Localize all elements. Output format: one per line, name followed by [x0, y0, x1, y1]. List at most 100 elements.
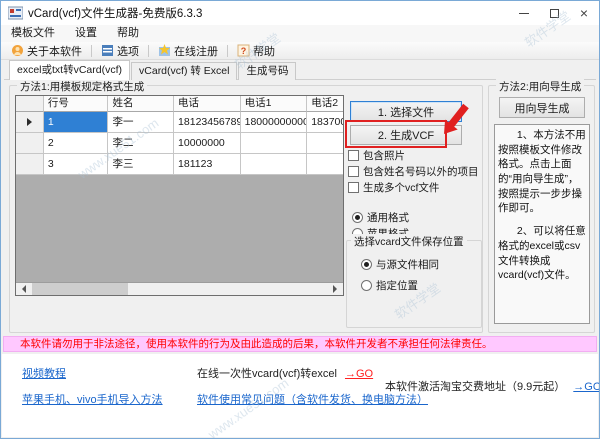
menu-template-file[interactable]: 模板文件 [1, 25, 65, 42]
online-convert-go-link[interactable]: →GO [345, 368, 373, 380]
scroll-left-button[interactable] [16, 283, 32, 295]
activation-go-link[interactable]: →GO [573, 381, 600, 393]
checkbox-include-photo[interactable]: 包含照片 [348, 148, 405, 163]
table-cell[interactable]: 李一 [108, 112, 174, 133]
legal-warning-text: 本软件请勿用于非法途径，使用本软件的行为及由此造成的后果，本软件开发者不承担任何… [20, 338, 493, 350]
table-cell[interactable]: 18000000000 [241, 112, 308, 133]
faq-link[interactable]: 软件使用常见问题（含软件发货、换电脑方法） [197, 391, 428, 407]
table-cell[interactable] [307, 133, 343, 154]
window-title: vCard(vcf)文件生成器-免费版6.3.3 [28, 5, 202, 21]
column-header[interactable]: 行号 [44, 96, 109, 112]
minimize-icon [519, 13, 529, 14]
checkbox-icon [348, 182, 359, 193]
column-header[interactable]: 姓名 [108, 96, 174, 112]
menu-settings[interactable]: 设置 [65, 25, 107, 42]
horizontal-scrollbar[interactable] [16, 282, 343, 295]
toolbar: 关于本软件 选项 在线注册 ? 帮助 [1, 42, 599, 60]
toolbar-help-label: 帮助 [253, 43, 275, 59]
scrollbar-thumb[interactable] [32, 283, 128, 295]
toolbar-help-button[interactable]: ? 帮助 [231, 42, 281, 60]
current-row-icon [27, 118, 32, 126]
toolbar-register-button[interactable]: 在线注册 [152, 42, 224, 60]
scrollbar-track[interactable] [128, 283, 327, 295]
online-convert-label: 在线一次性vcard(vcf)转excel [197, 368, 337, 380]
instruction-paragraph: 1、本方法不用按照模板文件修改格式。点击上面的“用向导生成”，按照提示一步步操作… [498, 128, 586, 216]
contacts-table: 行号 姓名 电话 电话1 电话2 1 李一 18123456789 180000… [15, 95, 344, 296]
scroll-left-icon [22, 285, 26, 293]
radio-icon-checked [352, 212, 363, 223]
app-icon [8, 6, 23, 20]
options-icon [101, 44, 114, 57]
radio-icon-checked [361, 259, 372, 270]
app-window: 软件学堂 软件学堂 www.xue51.com 软件学堂 www.xue51.c… [0, 0, 600, 439]
toolbar-separator [227, 45, 228, 57]
table-cell-selected[interactable]: 1 [44, 112, 109, 133]
legal-warning-banner: 本软件请勿用于非法途径，使用本软件的行为及由此造成的后果，本软件开发者不承担任何… [3, 336, 597, 352]
table-cell[interactable]: 181123 [174, 154, 241, 175]
table-header-row: 行号 姓名 电话 电话1 电话2 [16, 96, 343, 112]
table-cell[interactable]: 2 [44, 133, 109, 154]
column-header[interactable]: 电话2 [307, 96, 343, 112]
checkbox-include-extra-fields[interactable]: 包含姓名号码以外的项目 [348, 164, 479, 179]
tabstrip: excel或txt转vCard(vcf) vCard(vcf) 转 Excel … [9, 60, 297, 80]
checkbox-multiple-vcf[interactable]: 生成多个vcf文件 [348, 180, 439, 195]
table-row: 3 李三 181123 [16, 154, 343, 175]
table-cell[interactable]: 18123456789 [174, 112, 241, 133]
column-header[interactable]: 电话1 [241, 96, 308, 112]
checkbox-label: 包含照片 [363, 148, 405, 163]
method1-groupbox: 方法1:用模板规定格式生成 行号 姓名 电话 电话1 电话2 1 李一 1812… [9, 85, 483, 333]
table-row: 2 李二 10000000 [16, 133, 343, 154]
radio-label: 与源文件相同 [376, 257, 439, 272]
radio-label: 通用格式 [367, 210, 409, 225]
radio-same-as-source[interactable]: 与源文件相同 [361, 257, 439, 272]
method2-groupbox: 方法2:用向导生成 用向导生成 1、本方法不用按照模板文件修改格式。点击上面的“… [488, 85, 595, 333]
register-icon [158, 44, 171, 57]
red-highlight-annotation [345, 120, 447, 148]
scroll-right-button[interactable] [327, 283, 343, 295]
checkbox-label: 生成多个vcf文件 [363, 180, 439, 195]
video-tutorial-link[interactable]: 视频教程 [22, 365, 66, 381]
table-cell[interactable]: 183700000000 [307, 112, 343, 133]
footer: 视频教程 在线一次性vcard(vcf)转excel→GO 本软件激活淘宝交费地… [2, 354, 598, 437]
save-location-title: 选择vcard文件保存位置 [351, 234, 467, 249]
save-location-groupbox: 选择vcard文件保存位置 与源文件相同 指定位置 [346, 240, 482, 328]
maximize-button[interactable] [539, 1, 569, 25]
table-cell[interactable] [241, 154, 308, 175]
toolbar-options-button[interactable]: 选项 [95, 42, 145, 60]
toolbar-separator [91, 45, 92, 57]
toolbar-about-button[interactable]: 关于本软件 [5, 42, 88, 60]
toolbar-register-label: 在线注册 [174, 43, 218, 59]
table-cell[interactable] [307, 154, 343, 175]
tab-vcard-to-excel[interactable]: vCard(vcf) 转 Excel [131, 62, 237, 80]
tab-generate-numbers[interactable]: 生成号码 [238, 62, 296, 80]
table-cell[interactable]: 李二 [108, 133, 174, 154]
svg-text:?: ? [241, 46, 247, 56]
table-cell[interactable]: 李三 [108, 154, 174, 175]
online-convert-row: 在线一次性vcard(vcf)转excel →GO [197, 365, 373, 381]
phone-import-link[interactable]: 苹果手机、vivo手机导入方法 [22, 391, 163, 407]
table-cell[interactable]: 10000000 [174, 133, 241, 154]
table-cell[interactable] [241, 133, 308, 154]
wizard-generate-button[interactable]: 用向导生成 [499, 97, 585, 118]
toolbar-separator [148, 45, 149, 57]
table-cell[interactable]: 3 [44, 154, 109, 175]
radio-generic-format[interactable]: 通用格式 [352, 210, 409, 225]
row-marker-cell [16, 112, 44, 133]
close-button[interactable]: × [569, 1, 599, 25]
column-header[interactable]: 电话 [174, 96, 241, 112]
row-marker-cell [16, 154, 44, 175]
red-arrow-annotation [438, 102, 470, 140]
maximize-icon [550, 9, 559, 18]
row-marker-cell [16, 133, 44, 154]
menu-help[interactable]: 帮助 [107, 25, 149, 42]
radio-custom-location[interactable]: 指定位置 [361, 278, 418, 293]
checkbox-icon [348, 166, 359, 177]
scroll-right-icon [333, 285, 337, 293]
tab-excel-to-vcard[interactable]: excel或txt转vCard(vcf) [9, 60, 130, 80]
method1-title: 方法1:用模板规定格式生成 [17, 79, 147, 94]
table-row: 1 李一 18123456789 18000000000 18370000000… [16, 112, 343, 133]
titlebar: vCard(vcf)文件生成器-免费版6.3.3 × [1, 1, 599, 25]
method2-title: 方法2:用向导生成 [496, 79, 584, 94]
minimize-button[interactable] [509, 1, 539, 25]
radio-label: 指定位置 [376, 278, 418, 293]
